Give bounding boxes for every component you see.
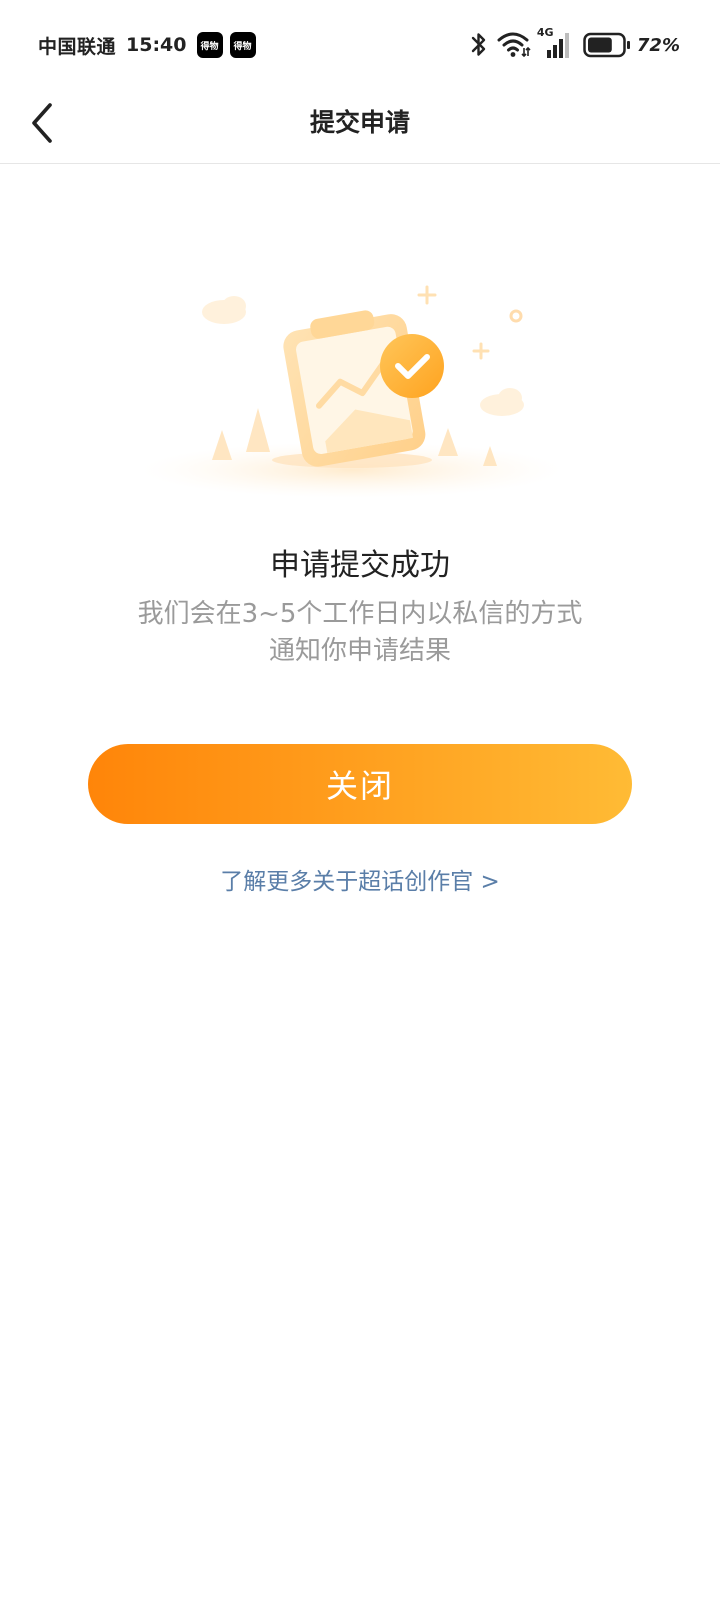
app-notification-badge: 得物 [196, 32, 223, 58]
clipboard-check-illustration [140, 270, 580, 510]
bluetooth-icon [469, 30, 489, 60]
wifi-icon [497, 30, 531, 60]
status-left: 中国联通 15:40 得物 得物 [38, 32, 256, 59]
status-time: 15:40 [126, 34, 187, 56]
nav-bar: 提交申请 [0, 90, 720, 164]
signal-icon: 4G [537, 26, 573, 60]
status-right: 4G 72% [469, 26, 680, 60]
app-notification-badge: 得物 [229, 32, 256, 58]
status-bar: 中国联通 15:40 得物 得物 4G 72% [0, 0, 720, 90]
result-description-line: 通知你申请结果 [268, 636, 451, 666]
battery-percent: 72% [636, 34, 680, 56]
network-type-label: 4G [536, 26, 554, 39]
page-title: 提交申请 [309, 108, 410, 137]
result-description: 我们会在3~5个工作日内以私信的方式 通知你申请结果 [100, 596, 620, 670]
learn-more-link[interactable]: 了解更多关于超话创作官 > [0, 862, 720, 896]
result-description-line: 我们会在3~5个工作日内以私信的方式 [137, 599, 583, 629]
close-button[interactable]: 关闭 [88, 744, 632, 824]
carrier-name: 中国联通 [38, 35, 117, 58]
screen: 中国联通 15:40 得物 得物 4G 72% 提交申请 申请提交成功 我们会在… [0, 0, 720, 1604]
battery-icon [583, 32, 631, 58]
result-title: 申请提交成功 [270, 548, 450, 583]
